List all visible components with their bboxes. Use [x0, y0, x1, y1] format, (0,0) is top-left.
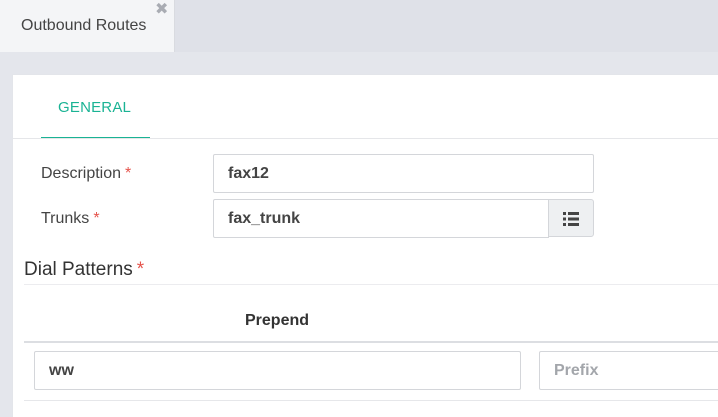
description-field[interactable]	[213, 154, 594, 193]
tab-outbound-routes[interactable]: Outbound Routes ✖	[0, 0, 175, 52]
section-divider	[24, 284, 718, 285]
table-header-divider	[24, 341, 718, 343]
close-icon[interactable]: ✖	[155, 1, 168, 19]
prepend-input[interactable]	[34, 351, 521, 390]
trunks-field[interactable]	[213, 199, 549, 238]
trunks-list-button[interactable]	[548, 199, 594, 237]
list-icon	[563, 212, 579, 226]
required-marker: *	[125, 165, 132, 182]
description-label: Description *	[41, 165, 132, 182]
prepend-column-header: Prepend	[245, 312, 310, 329]
trunks-label: Trunks *	[41, 210, 100, 227]
tab-bar: Outbound Routes ✖	[0, 0, 718, 52]
subtab-divider	[13, 138, 718, 139]
required-marker: *	[93, 210, 100, 227]
dial-patterns-title: Dial Patterns *	[24, 259, 145, 280]
table-row-divider	[24, 400, 718, 401]
tab-label: Outbound Routes	[21, 17, 147, 34]
prefix-input[interactable]	[539, 351, 718, 390]
main-panel: GENERAL Description* Trunks* Dial Patter…	[12, 74, 718, 417]
tab-general-label: GENERAL	[58, 99, 132, 116]
required-marker: *	[136, 259, 145, 280]
tab-general[interactable]: GENERAL	[41, 75, 150, 139]
